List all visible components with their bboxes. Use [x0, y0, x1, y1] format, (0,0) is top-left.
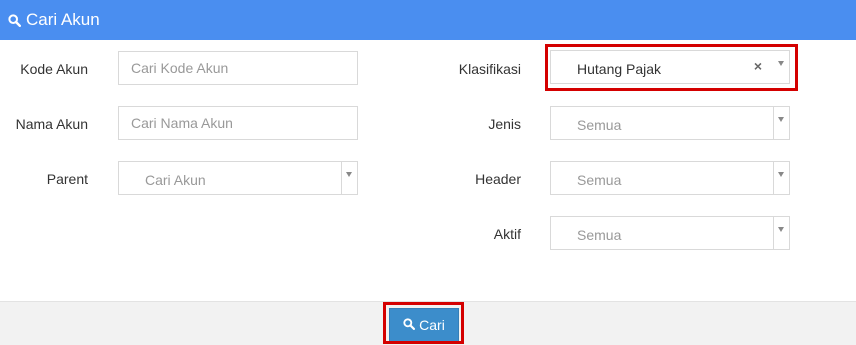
- label-klasifikasi: Klasifikasi: [458, 61, 521, 77]
- label-nama-akun: Nama Akun: [15, 116, 88, 132]
- label-aktif: Aktif: [493, 226, 521, 242]
- jenis-dropdown-toggle[interactable]: [773, 107, 789, 139]
- chevron-down-icon: [778, 227, 784, 232]
- jenis-selected-value: Semua: [577, 117, 622, 133]
- header-dropdown-toggle[interactable]: [773, 162, 789, 194]
- chevron-down-icon: [346, 172, 352, 177]
- label-jenis: Jenis: [488, 116, 521, 132]
- panel-header: Cari Akun: [0, 0, 856, 40]
- parent-dropdown-toggle[interactable]: [341, 162, 357, 194]
- chevron-down-icon: [778, 172, 784, 177]
- label-header: Header: [475, 171, 521, 187]
- kode-akun-input[interactable]: [118, 51, 358, 85]
- aktif-selected-value: Semua: [577, 227, 622, 243]
- search-icon: [8, 13, 22, 27]
- parent-select[interactable]: Cari Akun: [118, 161, 358, 195]
- header-select[interactable]: Semua: [550, 161, 790, 195]
- jenis-select[interactable]: Semua: [550, 106, 790, 140]
- highlight-cari-button: [383, 302, 464, 344]
- chevron-down-icon: [778, 117, 784, 122]
- parent-selected-value: Cari Akun: [145, 172, 206, 188]
- aktif-dropdown-toggle[interactable]: [773, 217, 789, 249]
- label-parent: Parent: [46, 171, 88, 187]
- aktif-select[interactable]: Semua: [550, 216, 790, 250]
- panel-title: Cari Akun: [26, 10, 100, 29]
- header-selected-value: Semua: [577, 172, 622, 188]
- label-kode-akun: Kode Akun: [20, 61, 88, 77]
- nama-akun-input[interactable]: [118, 106, 358, 140]
- highlight-klasifikasi: [545, 44, 798, 91]
